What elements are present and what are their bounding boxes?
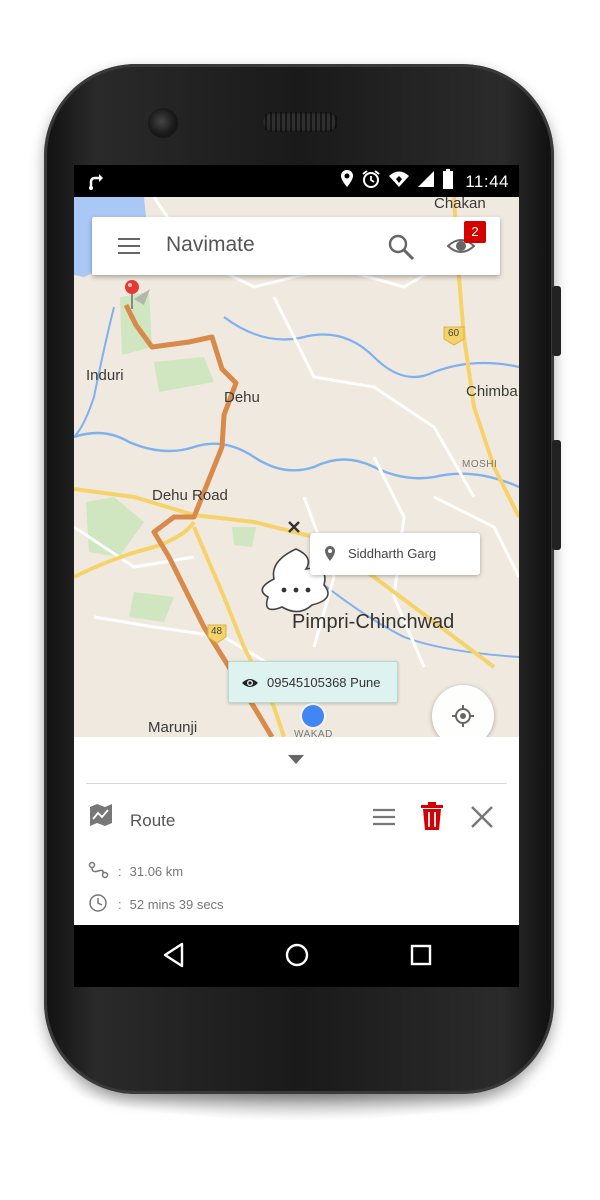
- user-callout-name: Siddharth Garg: [348, 546, 437, 561]
- watchers-count-badge: 2: [464, 221, 486, 243]
- place-label: Dehu Road: [152, 487, 228, 504]
- crosshair-icon: [452, 705, 474, 727]
- place-label: Induri: [86, 367, 124, 384]
- divider: [86, 783, 507, 784]
- recents-icon[interactable]: [409, 942, 433, 973]
- collapse-arrow-icon[interactable]: [288, 755, 304, 764]
- app-bar: Navimate 2: [92, 217, 500, 275]
- duration-row: : 52 mins 39 secs: [88, 893, 224, 916]
- park-area: [232, 527, 256, 547]
- app-title: Navimate: [166, 233, 255, 256]
- phone-callout-text: 09545105368 Pune: [267, 675, 381, 690]
- screen: 11:44 Chakan Induri Dehu Chimba MOSHI De…: [74, 165, 519, 987]
- place-label: Chakan: [434, 197, 486, 212]
- hamburger-menu-icon[interactable]: [118, 238, 140, 254]
- separator: :: [118, 864, 122, 879]
- route-distance-icon: [88, 861, 110, 882]
- separator: :: [118, 897, 122, 912]
- route-title: Route: [130, 811, 176, 830]
- river-line: [223, 316, 519, 379]
- route-distance: 31.06 km: [129, 864, 184, 879]
- place-label: Chimba: [466, 383, 518, 400]
- user-callout[interactable]: Siddharth Garg: [310, 533, 480, 575]
- clock-icon: [88, 893, 110, 916]
- front-camera: [148, 108, 178, 138]
- close-icon[interactable]: [470, 805, 494, 834]
- power-button: [552, 286, 561, 356]
- map-route-icon: [88, 803, 114, 832]
- home-icon[interactable]: [284, 942, 310, 973]
- map-canvas: [74, 197, 519, 737]
- park-area: [129, 592, 174, 622]
- list-icon[interactable]: [372, 807, 396, 832]
- status-icons: 11:44: [340, 169, 509, 194]
- place-label: MOSHI: [462, 459, 498, 470]
- route-duration: 52 mins 39 secs: [129, 897, 224, 912]
- place-label: WAKAD: [294, 729, 333, 737]
- distance-row: : 31.06 km: [88, 861, 183, 882]
- earpiece-speaker: [262, 112, 338, 132]
- status-bar: 11:44: [74, 165, 519, 197]
- highway-shield-label: 48: [211, 626, 223, 637]
- delete-trash-icon[interactable]: [420, 801, 444, 836]
- status-time: 11:44: [465, 171, 509, 191]
- volume-button: [552, 440, 561, 550]
- park-area: [86, 497, 144, 557]
- place-label: Marunji: [148, 719, 198, 736]
- back-icon[interactable]: [162, 942, 184, 973]
- alarm-icon: [361, 169, 381, 194]
- current-location-dot[interactable]: [302, 705, 324, 727]
- location-icon: [340, 169, 354, 194]
- route-sheet: Route : 31.06 km : 52 mins 39 secs: [74, 737, 519, 925]
- park-area: [154, 357, 214, 392]
- highway-shield-label: 60: [448, 328, 460, 339]
- navigation-bar: [74, 925, 519, 987]
- battery-icon: [442, 169, 454, 194]
- phone-callout[interactable]: 09545105368 Pune: [228, 661, 398, 703]
- place-label: Dehu: [224, 389, 260, 406]
- signal-icon: [417, 170, 435, 193]
- map-view[interactable]: Chakan Induri Dehu Chimba MOSHI Dehu Roa…: [74, 197, 519, 737]
- place-label: Pimpri-Chinchwad: [292, 611, 455, 633]
- route-notification-icon: [88, 171, 108, 196]
- wifi-icon: [388, 170, 410, 193]
